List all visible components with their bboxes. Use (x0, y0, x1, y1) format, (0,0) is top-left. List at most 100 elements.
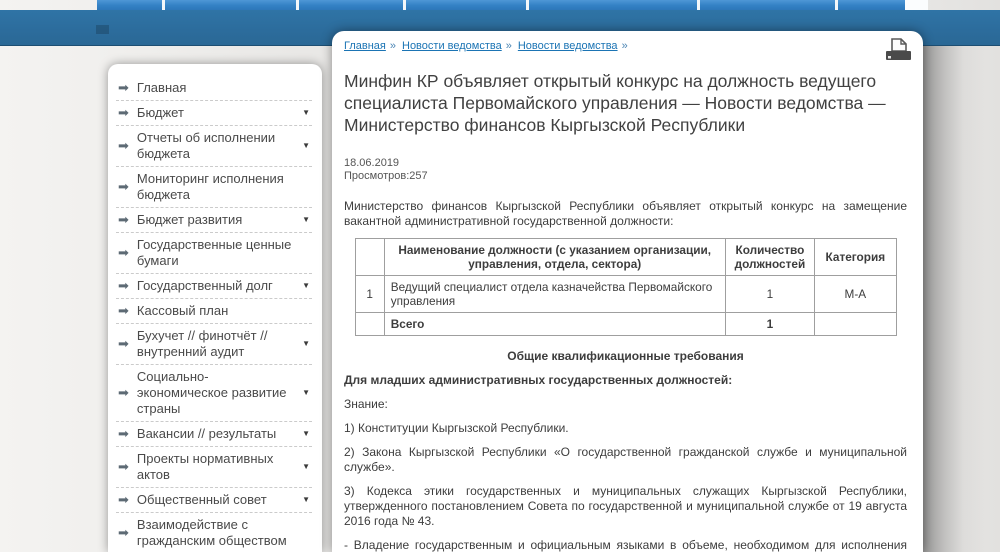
breadcrumb-link[interactable]: Новости ведомства (518, 40, 618, 52)
sidebar-item-label: Кассовый план (136, 303, 229, 318)
band-shadow (96, 25, 109, 34)
arrow-icon: ➡ (118, 278, 129, 293)
chevron-down-icon: ▼ (302, 388, 310, 397)
breadcrumb: Главная» Новости ведомства» Новости ведомс… (344, 38, 907, 58)
table-cell: М-А (814, 275, 897, 313)
sidebar-item-label: Проекты нормативных актов (136, 451, 274, 482)
sidebar-item-label: Мониторинг исполнения бюджета (136, 171, 284, 202)
article-intro: Министерство финансов Кыргызской Республ… (344, 199, 907, 228)
article-meta: 18.06.2019 Просмотров:257 (344, 157, 907, 183)
article-views: Просмотров:257 (344, 170, 428, 182)
requirement-item: 1) Конституции Кыргызской Республики. (344, 421, 569, 435)
sidebar-item[interactable]: ➡ Социально-экономическое развитие страны… (116, 365, 312, 422)
sidebar-item[interactable]: ➡ Отчеты об исполнении бюджета ▼ (116, 126, 312, 167)
top-nav-bar (97, 0, 905, 10)
sidebar-item-label: Взаимодействие с гражданским обществом (136, 517, 287, 548)
table-header-cell: Количество должностей (724, 238, 816, 276)
top-nav-item[interactable] (299, 0, 403, 10)
chevron-down-icon: ▼ (302, 339, 310, 348)
arrow-icon: ➡ (118, 105, 129, 120)
chevron-down-icon: ▼ (302, 429, 310, 438)
article-date: 18.06.2019 (344, 157, 400, 169)
breadcrumb-link[interactable]: Новости ведомства (402, 40, 502, 52)
arrow-icon: ➡ (118, 426, 129, 441)
arrow-icon: ➡ (118, 492, 129, 507)
table-cell: Всего (383, 312, 726, 336)
sidebar-item[interactable]: ➡ Бухучет // финотчёт // внутренний аудит… (116, 324, 312, 365)
sidebar-item[interactable]: ➡ Государственные ценные бумаги (116, 233, 312, 274)
sidebar-item-label: Вакансии // результаты (136, 426, 277, 441)
sidebar-menu: ➡ Главная ➡ Бюджет ▼ ➡ Отчеты об исполнении бю… (116, 76, 312, 552)
table-cell (814, 312, 897, 336)
breadcrumb-separator: » (389, 40, 396, 52)
table-row: 1 Ведущий специалист отдела казначейства … (354, 275, 897, 313)
requirement-item: - Владение государственным и официальным… (344, 538, 907, 552)
chevron-down-icon: ▼ (302, 281, 310, 290)
breadcrumb-link[interactable]: Главная (344, 40, 386, 52)
table-cell (354, 312, 385, 336)
requirements-list: 1) Конституции Кыргызской Республики. 2) … (344, 421, 907, 552)
sidebar-item-label: Отчеты об исполнении бюджета (136, 130, 276, 161)
junior-positions-heading: Для младших административных государстве… (344, 373, 733, 387)
knowledge-label: Знание: (344, 397, 388, 411)
arrow-icon: ➡ (118, 80, 129, 95)
sidebar-item[interactable]: ➡ Бюджет развития ▼ (116, 208, 312, 233)
arrow-icon: ➡ (118, 179, 129, 194)
chevron-down-icon: ▼ (302, 462, 310, 471)
breadcrumb-separator: » (505, 40, 512, 52)
top-nav-item[interactable] (529, 0, 697, 10)
sidebar-item[interactable]: ➡ Бюджет ▼ (116, 101, 312, 126)
chevron-down-icon: ▼ (302, 495, 310, 504)
sidebar-item[interactable]: ➡ Главная (116, 76, 312, 101)
table-cell: 1 (354, 275, 385, 313)
sidebar-item[interactable]: ➡ Кассовый план (116, 299, 312, 324)
top-nav-item[interactable] (97, 0, 162, 10)
page-title: Минфин КР объявляет открытый конкурс на … (344, 71, 886, 135)
sidebar-item[interactable]: ➡ Общественный совет ▼ (116, 488, 312, 513)
table-cell: 1 (724, 275, 816, 313)
sidebar-item-label: Общественный совет (136, 492, 267, 507)
sidebar-item-label: Бухучет // финотчёт // внутренний аудит (136, 328, 268, 359)
table-header-cell (354, 238, 385, 276)
arrow-icon: ➡ (118, 138, 129, 153)
arrow-icon: ➡ (118, 245, 129, 260)
top-nav-item[interactable] (406, 0, 526, 10)
sidebar-item[interactable]: ➡ Государственный долг ▼ (116, 274, 312, 299)
sidebar-item[interactable]: ➡ Вакансии // результаты ▼ (116, 422, 312, 447)
table-header-cell: Наименование должности (с указанием орга… (383, 238, 726, 276)
arrow-icon: ➡ (118, 459, 129, 474)
print-icon[interactable] (883, 37, 913, 65)
sidebar-item-label: Главная (136, 80, 187, 95)
top-nav-item-active[interactable] (905, 0, 928, 10)
sidebar-item-label: Государственные ценные бумаги (136, 237, 292, 268)
chevron-down-icon: ▼ (302, 215, 310, 224)
arrow-icon: ➡ (118, 303, 129, 318)
sidebar-item[interactable]: ➡ Мониторинг исполнения бюджета (116, 167, 312, 208)
top-nav-item[interactable] (838, 0, 905, 10)
arrow-icon: ➡ (118, 525, 129, 540)
breadcrumb-separator: » (621, 40, 628, 52)
chevron-down-icon: ▼ (302, 108, 310, 117)
requirement-item: 3) Кодекса этики государственных и муниц… (344, 484, 907, 528)
top-nav-item[interactable] (165, 0, 296, 10)
table-cell: Ведущий специалист отдела казначейства П… (383, 275, 726, 313)
sidebar-item-label: Государственный долг (136, 278, 273, 293)
sidebar-item-label: Социально-экономическое развитие страны (136, 369, 287, 416)
arrow-icon: ➡ (118, 336, 129, 351)
arrow-icon: ➡ (118, 385, 129, 400)
content-panel: Главная» Новости ведомства» Новости ведомс… (332, 31, 923, 552)
table-cell: 1 (724, 312, 816, 336)
arrow-icon: ➡ (118, 212, 129, 227)
sidebar-item[interactable]: ➡ Взаимодействие с гражданским обществом (116, 513, 312, 552)
table-header-cell: Категория (814, 238, 897, 276)
sidebar-item-label: Бюджет (136, 105, 184, 120)
page-shadow (923, 46, 985, 552)
requirement-item: 2) Закона Кыргызской Республики «О госуд… (344, 445, 907, 474)
chevron-down-icon: ▼ (302, 141, 310, 150)
sidebar: ➡ Главная ➡ Бюджет ▼ ➡ Отчеты об исполнении бю… (108, 64, 322, 552)
sidebar-item[interactable]: ➡ Проекты нормативных актов ▼ (116, 447, 312, 488)
sidebar-item-label: Бюджет развития (136, 212, 243, 227)
top-nav-item[interactable] (700, 0, 835, 10)
table-row: Всего 1 (354, 312, 897, 336)
requirements-heading: Общие квалификационные требования (507, 349, 744, 363)
